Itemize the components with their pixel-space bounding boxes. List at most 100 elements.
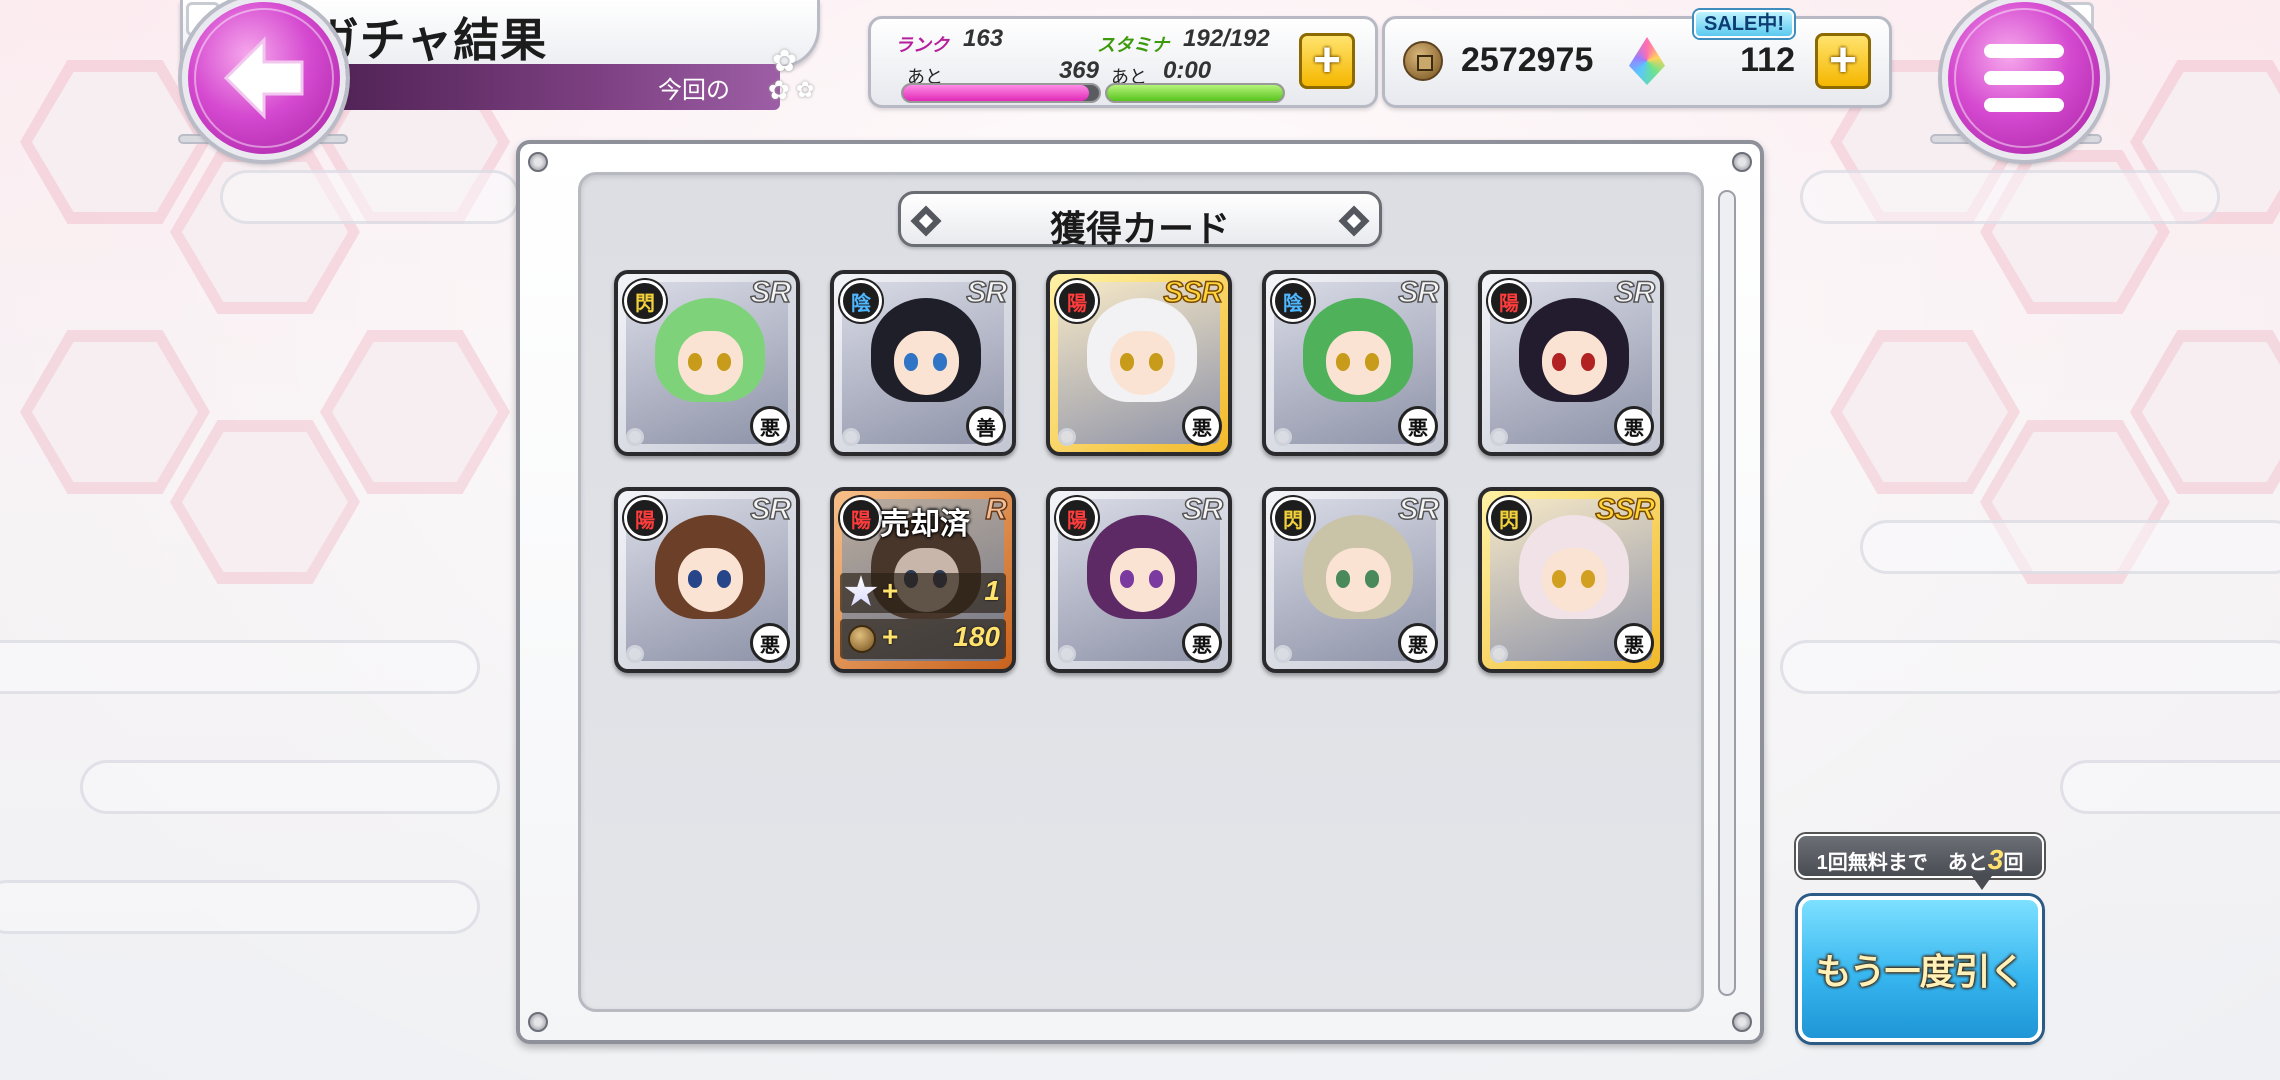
card-1[interactable]: 閃 SR 悪: [614, 270, 800, 456]
portrait-eye: [687, 570, 703, 589]
background-cloud: [1860, 520, 2280, 574]
scrollbar[interactable]: [1718, 190, 1736, 996]
attribute-icon: 閃: [1272, 497, 1314, 539]
stamina-bar-fill: [1107, 85, 1283, 101]
attribute-icon: 陽: [1056, 280, 1098, 322]
attribute-icon: 閃: [1488, 497, 1530, 539]
coin-count: 2572975: [1461, 41, 1594, 79]
player-status-panel: ランク 163 あと 369 スタミナ 192/192 あと 0:00 +: [868, 16, 1378, 108]
screw-icon: [1732, 1012, 1752, 1032]
card-7[interactable]: 陽 R 売却済 +1 +180: [830, 487, 1016, 673]
background-hex: [320, 330, 510, 494]
rarity-badge: SR: [750, 492, 792, 527]
gem-plus-button[interactable]: +: [1815, 33, 1871, 89]
attribute-icon: 陽: [624, 497, 666, 539]
ring-icon: [1274, 645, 1292, 663]
draw-again-button[interactable]: もう一度引く: [1798, 896, 2042, 1042]
sale-badge: SALE中!: [1694, 10, 1794, 38]
section-header-title: 獲得カード: [1049, 208, 1230, 249]
background-cloud: [80, 760, 500, 814]
section-header: 獲得カード: [898, 191, 1382, 249]
background-cloud: [1780, 640, 2280, 694]
screw-icon: [528, 152, 548, 172]
portrait-eye: [1551, 353, 1567, 372]
faction-icon: 悪: [1182, 623, 1222, 663]
attribute-icon: 陽: [1056, 497, 1098, 539]
attribute-icon: 閃: [624, 280, 666, 322]
ring-icon: [626, 428, 644, 446]
screw-icon: [1732, 152, 1752, 172]
sold-coin-count: 180: [953, 621, 1000, 652]
card-10[interactable]: 閃 SSR 悪: [1478, 487, 1664, 673]
faction-icon: 悪: [1398, 406, 1438, 446]
rarity-badge: SR: [1398, 492, 1440, 527]
stamina-value: 192/192: [1183, 25, 1270, 52]
card-2[interactable]: 陰 SR 善: [830, 270, 1016, 456]
sold-star-row: +1: [840, 573, 1006, 613]
ring-icon: [1490, 428, 1508, 446]
star-icon: [844, 575, 878, 606]
coin-icon: [848, 625, 876, 653]
card-5[interactable]: 陽 SR 悪: [1478, 270, 1664, 456]
gem-count: 112: [1740, 41, 1795, 79]
menu-button-ring: [1954, 8, 2094, 148]
subtitle-bar: 今回の: [300, 64, 780, 110]
exp-bar-fill: [903, 85, 1090, 101]
sold-coin-row: +180: [840, 619, 1006, 659]
back-button-ring: [194, 8, 334, 148]
card-6[interactable]: 陽 SR 悪: [614, 487, 800, 673]
portrait-eye: [1335, 353, 1351, 372]
ring-icon: [1058, 645, 1076, 663]
card-9[interactable]: 閃 SR 悪: [1262, 487, 1448, 673]
rarity-badge: SSR: [1163, 275, 1224, 310]
sakura-icon: ✿: [796, 78, 815, 103]
faction-icon: 悪: [750, 406, 790, 446]
background-cloud: [0, 880, 480, 934]
faction-icon: 悪: [1398, 623, 1438, 663]
stamina-remaining-value: 0:00: [1163, 57, 1212, 84]
menu-button[interactable]: [1942, 0, 2106, 160]
background-cloud: [0, 640, 480, 694]
faction-icon: 悪: [1614, 623, 1654, 663]
attribute-icon: 陰: [1272, 280, 1314, 322]
background-hex: [20, 330, 210, 494]
background-cloud: [1800, 170, 2220, 224]
back-button[interactable]: [182, 0, 346, 160]
rank-remaining-value: 369: [1058, 57, 1099, 84]
background-hex: [2130, 330, 2280, 494]
faction-icon: 悪: [1182, 406, 1222, 446]
attribute-icon: 陰: [840, 280, 882, 322]
background-hex: [1830, 330, 2020, 494]
faction-icon: 悪: [750, 623, 790, 663]
sakura-icon: ✿: [772, 44, 798, 79]
ring-icon: [842, 428, 860, 446]
portrait-eye: [903, 353, 919, 372]
faction-icon: 悪: [1614, 406, 1654, 446]
rarity-badge: SR: [966, 275, 1008, 310]
ring-icon: [626, 645, 644, 663]
rank-label: ランク: [895, 35, 949, 55]
plus-sign: +: [882, 575, 899, 606]
card-8[interactable]: 陽 SR 悪: [1046, 487, 1232, 673]
portrait-eye: [1119, 353, 1135, 372]
rarity-badge: SR: [750, 275, 792, 310]
rarity-badge: SR: [1182, 492, 1224, 527]
rarity-badge: SR: [1398, 275, 1440, 310]
free-draw-tooltip: 1回無料まで あと3回: [1796, 834, 2044, 890]
gem-icon: [1629, 37, 1665, 85]
rarity-badge: SSR: [1595, 492, 1656, 527]
sakura-icon: ✿: [768, 76, 790, 106]
card-4[interactable]: 陰 SR 悪: [1262, 270, 1448, 456]
rarity-badge: SR: [1614, 275, 1656, 310]
currency-panel: 2572975 112 +: [1382, 16, 1892, 108]
coin-icon: [1403, 41, 1443, 81]
ring-icon: [1058, 428, 1076, 446]
rarity-badge: R: [985, 492, 1008, 527]
free-draw-tooltip-text: 1回無料まで あと3回: [1798, 844, 2042, 876]
faction-icon: 善: [966, 406, 1006, 446]
stamina-plus-button[interactable]: +: [1299, 33, 1355, 89]
attribute-icon: 陽: [1488, 280, 1530, 322]
ring-icon: [1274, 428, 1292, 446]
card-3[interactable]: 陽 SSR 悪: [1046, 270, 1232, 456]
portrait-eye: [687, 353, 703, 372]
